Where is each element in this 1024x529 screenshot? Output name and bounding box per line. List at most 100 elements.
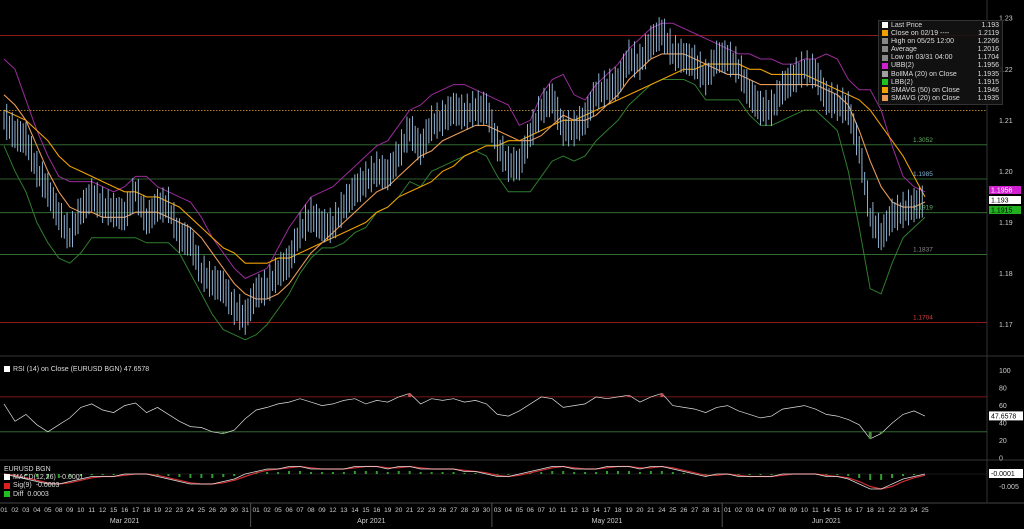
x-day-label: 01 [724, 507, 732, 514]
legend-row: Average 1.2016 [882, 46, 999, 54]
x-month-label: Jun 2021 [812, 518, 841, 525]
x-day-label: 07 [538, 507, 546, 514]
x-month-label: Mar 2021 [110, 518, 140, 525]
legend-swatch-icon [882, 30, 888, 37]
lbb-value-tag: 1.1915 [991, 208, 1013, 215]
legend-value: 1.1956 [977, 62, 999, 70]
x-day-label: 28 [702, 507, 710, 514]
x-day-label: 27 [691, 507, 699, 514]
x-day-label: 07 [296, 507, 304, 514]
x-day-label: 19 [384, 507, 392, 514]
x-day-label: 04 [33, 507, 41, 514]
x-day-label: 18 [614, 507, 622, 514]
x-day-label: 28 [461, 507, 469, 514]
y-tick-label: 1.17 [999, 322, 1013, 329]
macd-value: -0.0003 [35, 482, 60, 490]
x-day-label: 16 [121, 507, 129, 514]
legend-label: SMAVG (20) on Close [891, 94, 960, 102]
x-day-label: 13 [340, 507, 348, 514]
x-day-label: 17 [603, 507, 611, 514]
x-day-label: 05 [516, 507, 524, 514]
x-day-label: 22 [165, 507, 173, 514]
x-day-label: 25 [669, 507, 677, 514]
x-day-label: 23 [899, 507, 907, 514]
x-day-label: 12 [329, 507, 337, 514]
x-day-label: 29 [220, 507, 228, 514]
macd-legend-row: Sig(9) -0.0003 [4, 482, 84, 490]
x-day-label: 14 [592, 507, 600, 514]
x-day-label: 17 [132, 507, 140, 514]
x-day-label: 16 [845, 507, 853, 514]
y-tick-label: 1.20 [999, 169, 1013, 176]
x-month-label: May 2021 [592, 518, 623, 525]
x-day-label: 21 [878, 507, 886, 514]
y-tick-label: 1.18 [999, 271, 1013, 278]
x-day-label: 06 [285, 507, 293, 514]
macd-legend-row: MACD(12,26) -0.0001 [4, 474, 84, 482]
rsi-value-tag: 47.6578 [991, 413, 1016, 420]
macd-label: MACD(12,26) [13, 474, 56, 482]
x-day-label: 17 [856, 507, 864, 514]
x-day-label: 12 [99, 507, 107, 514]
x-day-label: 23 [176, 507, 184, 514]
x-day-label: 29 [472, 507, 480, 514]
legend-value: 1.1704 [977, 54, 999, 62]
rsi-title-text: RSI (14) on Close (EURUSD BGN) 47.6578 [13, 366, 150, 373]
legend-swatch-icon [882, 95, 888, 101]
level-label: 1.1985 [913, 171, 933, 178]
x-day-label: 02 [735, 507, 743, 514]
sma50-line [3, 63, 926, 264]
x-day-label: 03 [22, 507, 30, 514]
x-day-label: 12 [571, 507, 579, 514]
macd-value-tag: -0.0001 [991, 471, 1015, 478]
x-day-label: 01 [253, 507, 261, 514]
x-day-label: 04 [757, 507, 765, 514]
x-day-label: 22 [417, 507, 425, 514]
legend-label: Close on 02/19 ---- [891, 30, 950, 38]
legend-swatch-icon [882, 46, 888, 53]
x-day-label: 22 [888, 507, 896, 514]
x-day-label: 07 [768, 507, 776, 514]
rsi-panel-title: RSI (14) on Close (EURUSD BGN) 47.6578 [4, 366, 149, 373]
legend-value: 1.1935 [977, 94, 999, 102]
macd-swatch-icon [4, 482, 10, 489]
level-label: 1.1837 [913, 247, 933, 254]
rsi-tick-label: 0 [999, 456, 1003, 463]
macd-label: Sig(9) [13, 482, 32, 490]
macd-tick-label: -0.005 [999, 484, 1019, 491]
legend-row: LBB(2) 1.1915 [882, 79, 999, 87]
x-day-label: 30 [231, 507, 239, 514]
x-day-label: 21 [647, 507, 655, 514]
legend-label: Average [891, 46, 917, 54]
x-day-label: 14 [823, 507, 831, 514]
x-day-label: 06 [527, 507, 535, 514]
legend-value: 1.2016 [977, 46, 999, 54]
legend-value: 1.2119 [978, 30, 999, 38]
eurusd-chart: 1.30521.19851.19191.18371.17041.231.221.… [0, 0, 1024, 527]
macd-legend-row: Diff 0.0003 [4, 491, 84, 499]
x-day-label: 26 [209, 507, 217, 514]
x-day-label: 15 [110, 507, 118, 514]
legend-row: SMAVG (20) on Close 1.1935 [882, 95, 999, 103]
legend-row: SMAVG (50) on Close 1.1946 [882, 87, 999, 95]
x-day-label: 04 [505, 507, 513, 514]
x-day-label: 19 [625, 507, 633, 514]
x-day-label: 03 [746, 507, 754, 514]
x-day-label: 18 [143, 507, 151, 514]
x-month-label: Apr 2021 [357, 518, 386, 525]
legend-value: 1.193 [981, 22, 999, 29]
macd-label: Diff [13, 490, 24, 498]
x-day-label: 26 [680, 507, 688, 514]
x-day-label: 11 [88, 507, 95, 514]
x-day-label: 02 [264, 507, 272, 514]
macd-legend: EURUSD BGN MACD(12,26) -0.0001 Sig(9) -0.00… [4, 466, 84, 499]
x-day-label: 25 [198, 507, 206, 514]
x-day-label: 31 [242, 507, 250, 514]
legend-label: SMAVG (50) on Close [891, 86, 960, 94]
x-day-label: 13 [581, 507, 589, 514]
ubb-value-tag: 1.1956 [991, 188, 1013, 195]
x-day-label: 24 [910, 507, 918, 514]
x-day-label: 10 [801, 507, 809, 514]
rsi-tick-label: 80 [999, 386, 1007, 393]
x-day-label: 09 [66, 507, 74, 514]
